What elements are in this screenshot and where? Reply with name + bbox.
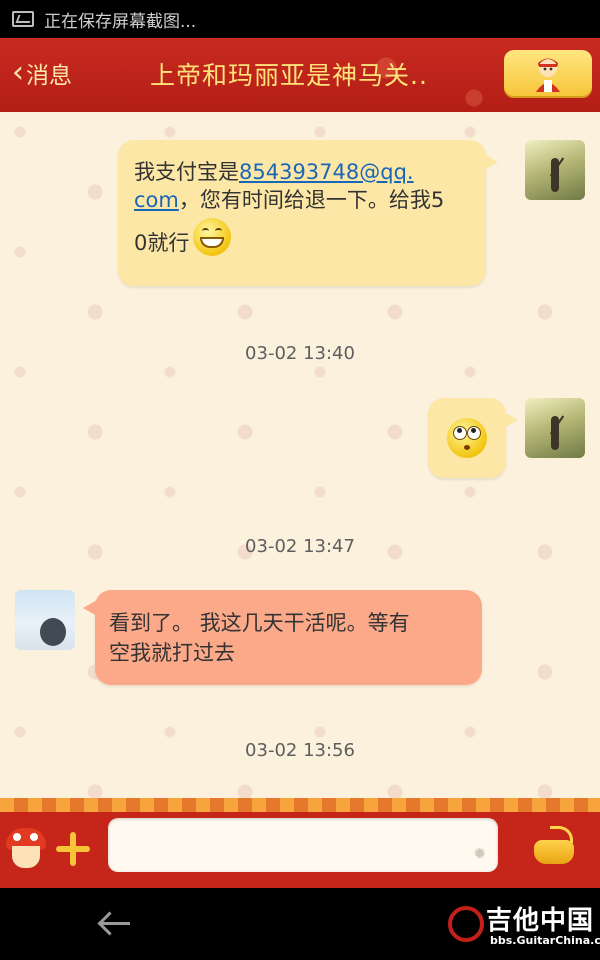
back-button[interactable]: ‹ 消息: [12, 56, 72, 90]
gift-icon[interactable]: [532, 826, 576, 868]
back-label: 消息: [26, 63, 72, 89]
sparkle-icon[interactable]: ✹: [473, 844, 486, 863]
chat-area[interactable]: 我支付宝是854393748@qq. com，您有时间给退一下。给我5 0就行 …: [0, 112, 600, 798]
chat-title: 上帝和玛丽亚是神马关..: [150, 61, 428, 90]
message-bubble[interactable]: 我支付宝是854393748@qq. com，您有时间给退一下。给我5 0就行: [118, 140, 498, 286]
message-bubble[interactable]: [428, 398, 518, 478]
status-notification: 正在保存屏幕截图...: [44, 11, 197, 32]
chat-header: ‹ 消息 上帝和玛丽亚是神马关..: [0, 38, 600, 112]
grin-emoji-icon: [193, 218, 232, 256]
email-link[interactable]: 854393748@qq.: [239, 160, 414, 184]
my-avatar[interactable]: [525, 398, 585, 458]
plus-icon[interactable]: [56, 832, 90, 866]
mushroom-avatar-icon[interactable]: [6, 826, 46, 870]
profile-button[interactable]: [504, 50, 592, 98]
chevron-left-icon: ‹: [12, 55, 24, 90]
guitar-logo-icon: [448, 906, 484, 942]
watermark: 吉他中国 bbs.GuitarChina.com: [448, 900, 600, 952]
email-link[interactable]: com: [134, 188, 179, 212]
contact-avatar[interactable]: [15, 590, 75, 650]
watermark-url: bbs.GuitarChina.com: [490, 934, 600, 947]
decorative-border: [0, 798, 600, 812]
message-text: 看到了。 我这几天干活呢。等有: [109, 611, 410, 635]
message-text: 0就行: [134, 231, 190, 255]
timestamp: 03-02 13:47: [245, 536, 355, 557]
input-bar: ✹: [0, 798, 600, 888]
timestamp: 03-02 13:56: [245, 740, 355, 761]
status-bar: 正在保存屏幕截图...: [0, 0, 600, 38]
message-text: 我支付宝是: [134, 160, 239, 184]
message-text: 空我就打过去: [109, 641, 235, 665]
nav-back-icon[interactable]: [96, 906, 136, 942]
timestamp: 03-02 13:40: [245, 343, 355, 364]
person-icon: [536, 58, 560, 92]
message-input[interactable]: [108, 818, 498, 872]
message-text: ，您有时间给退一下。给我5: [178, 188, 445, 212]
surprised-emoji-icon: [447, 418, 487, 458]
my-avatar[interactable]: [525, 140, 585, 200]
screenshot-icon: [12, 11, 34, 27]
watermark-title: 吉他中国: [486, 906, 595, 936]
navigation-bar: 吉他中国 bbs.GuitarChina.com: [0, 888, 600, 960]
message-bubble[interactable]: 看到了。 我这几天干活呢。等有 空我就打过去: [83, 590, 482, 685]
